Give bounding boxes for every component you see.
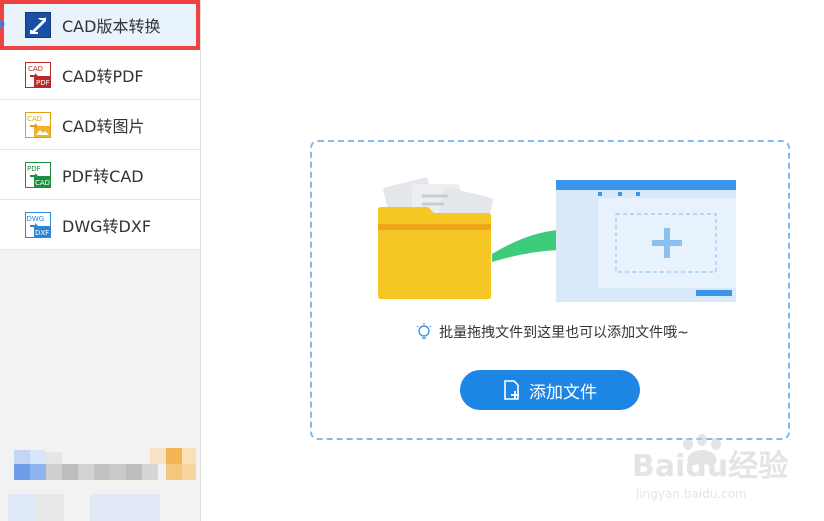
sidebar-item-label: CAD版本转换	[62, 16, 161, 36]
active-indicator-caret	[0, 19, 5, 29]
pdf-to-cad-icon: PDF CAD	[25, 161, 51, 188]
baidu-jingyan-watermark: Baidu经验 jingyan.baidu.com	[632, 434, 788, 501]
dwg-to-dxf-icon: DWG DXF	[25, 211, 51, 238]
cad-to-image-icon: CAD	[25, 111, 51, 138]
sidebar-item-dwg-to-dxf[interactable]: DWG DXF DWG转DXF	[0, 200, 200, 250]
lightbulb-icon	[416, 323, 432, 339]
drag-files-illustration	[378, 177, 736, 302]
watermark-url: jingyan.baidu.com	[635, 487, 747, 501]
dwg-badge-text: DWG	[27, 215, 45, 223]
pdf-badge-text: PDF	[36, 79, 50, 87]
sidebar-item-label: CAD转图片	[62, 116, 145, 136]
sidebar-item-label: DWG转DXF	[62, 216, 152, 236]
folder-icon	[378, 207, 491, 299]
pixelated-redacted-area	[8, 432, 210, 521]
sidebar-item-label: CAD转PDF	[62, 66, 144, 86]
cad-badge-text: CAD	[27, 115, 42, 123]
cad-version-convert-icon	[25, 11, 51, 38]
add-file-button[interactable]: 添加文件	[460, 370, 640, 410]
sidebar-item-label: PDF转CAD	[62, 166, 144, 186]
app-window-icon	[556, 180, 736, 302]
drag-hint: 批量拖拽文件到这里也可以添加文件哦~	[312, 322, 792, 342]
cad-badge-text: CAD	[35, 179, 50, 187]
sidebar-item-pdf-to-cad[interactable]: PDF CAD PDF转CAD	[0, 150, 200, 200]
file-drop-zone[interactable]: 批量拖拽文件到这里也可以添加文件哦~ 添加文件	[310, 140, 790, 440]
sidebar-item-cad-to-pdf[interactable]: CAD PDF CAD转PDF	[0, 50, 200, 100]
dxf-badge-text: DXF	[35, 229, 49, 237]
cad-badge-text: CAD	[28, 65, 43, 73]
sidebar-item-cad-version-convert[interactable]: CAD版本转换	[0, 0, 200, 50]
cad-to-pdf-icon: CAD PDF	[25, 61, 51, 88]
add-file-button-label: 添加文件	[529, 382, 597, 402]
sidebar-item-cad-to-image[interactable]: CAD CAD转图片	[0, 100, 200, 150]
watermark-brand: Baidu经验	[632, 449, 788, 484]
add-file-icon	[504, 380, 519, 400]
drag-hint-text: 批量拖拽文件到这里也可以添加文件哦~	[439, 325, 689, 341]
pdf-badge-text: PDF	[27, 165, 41, 173]
